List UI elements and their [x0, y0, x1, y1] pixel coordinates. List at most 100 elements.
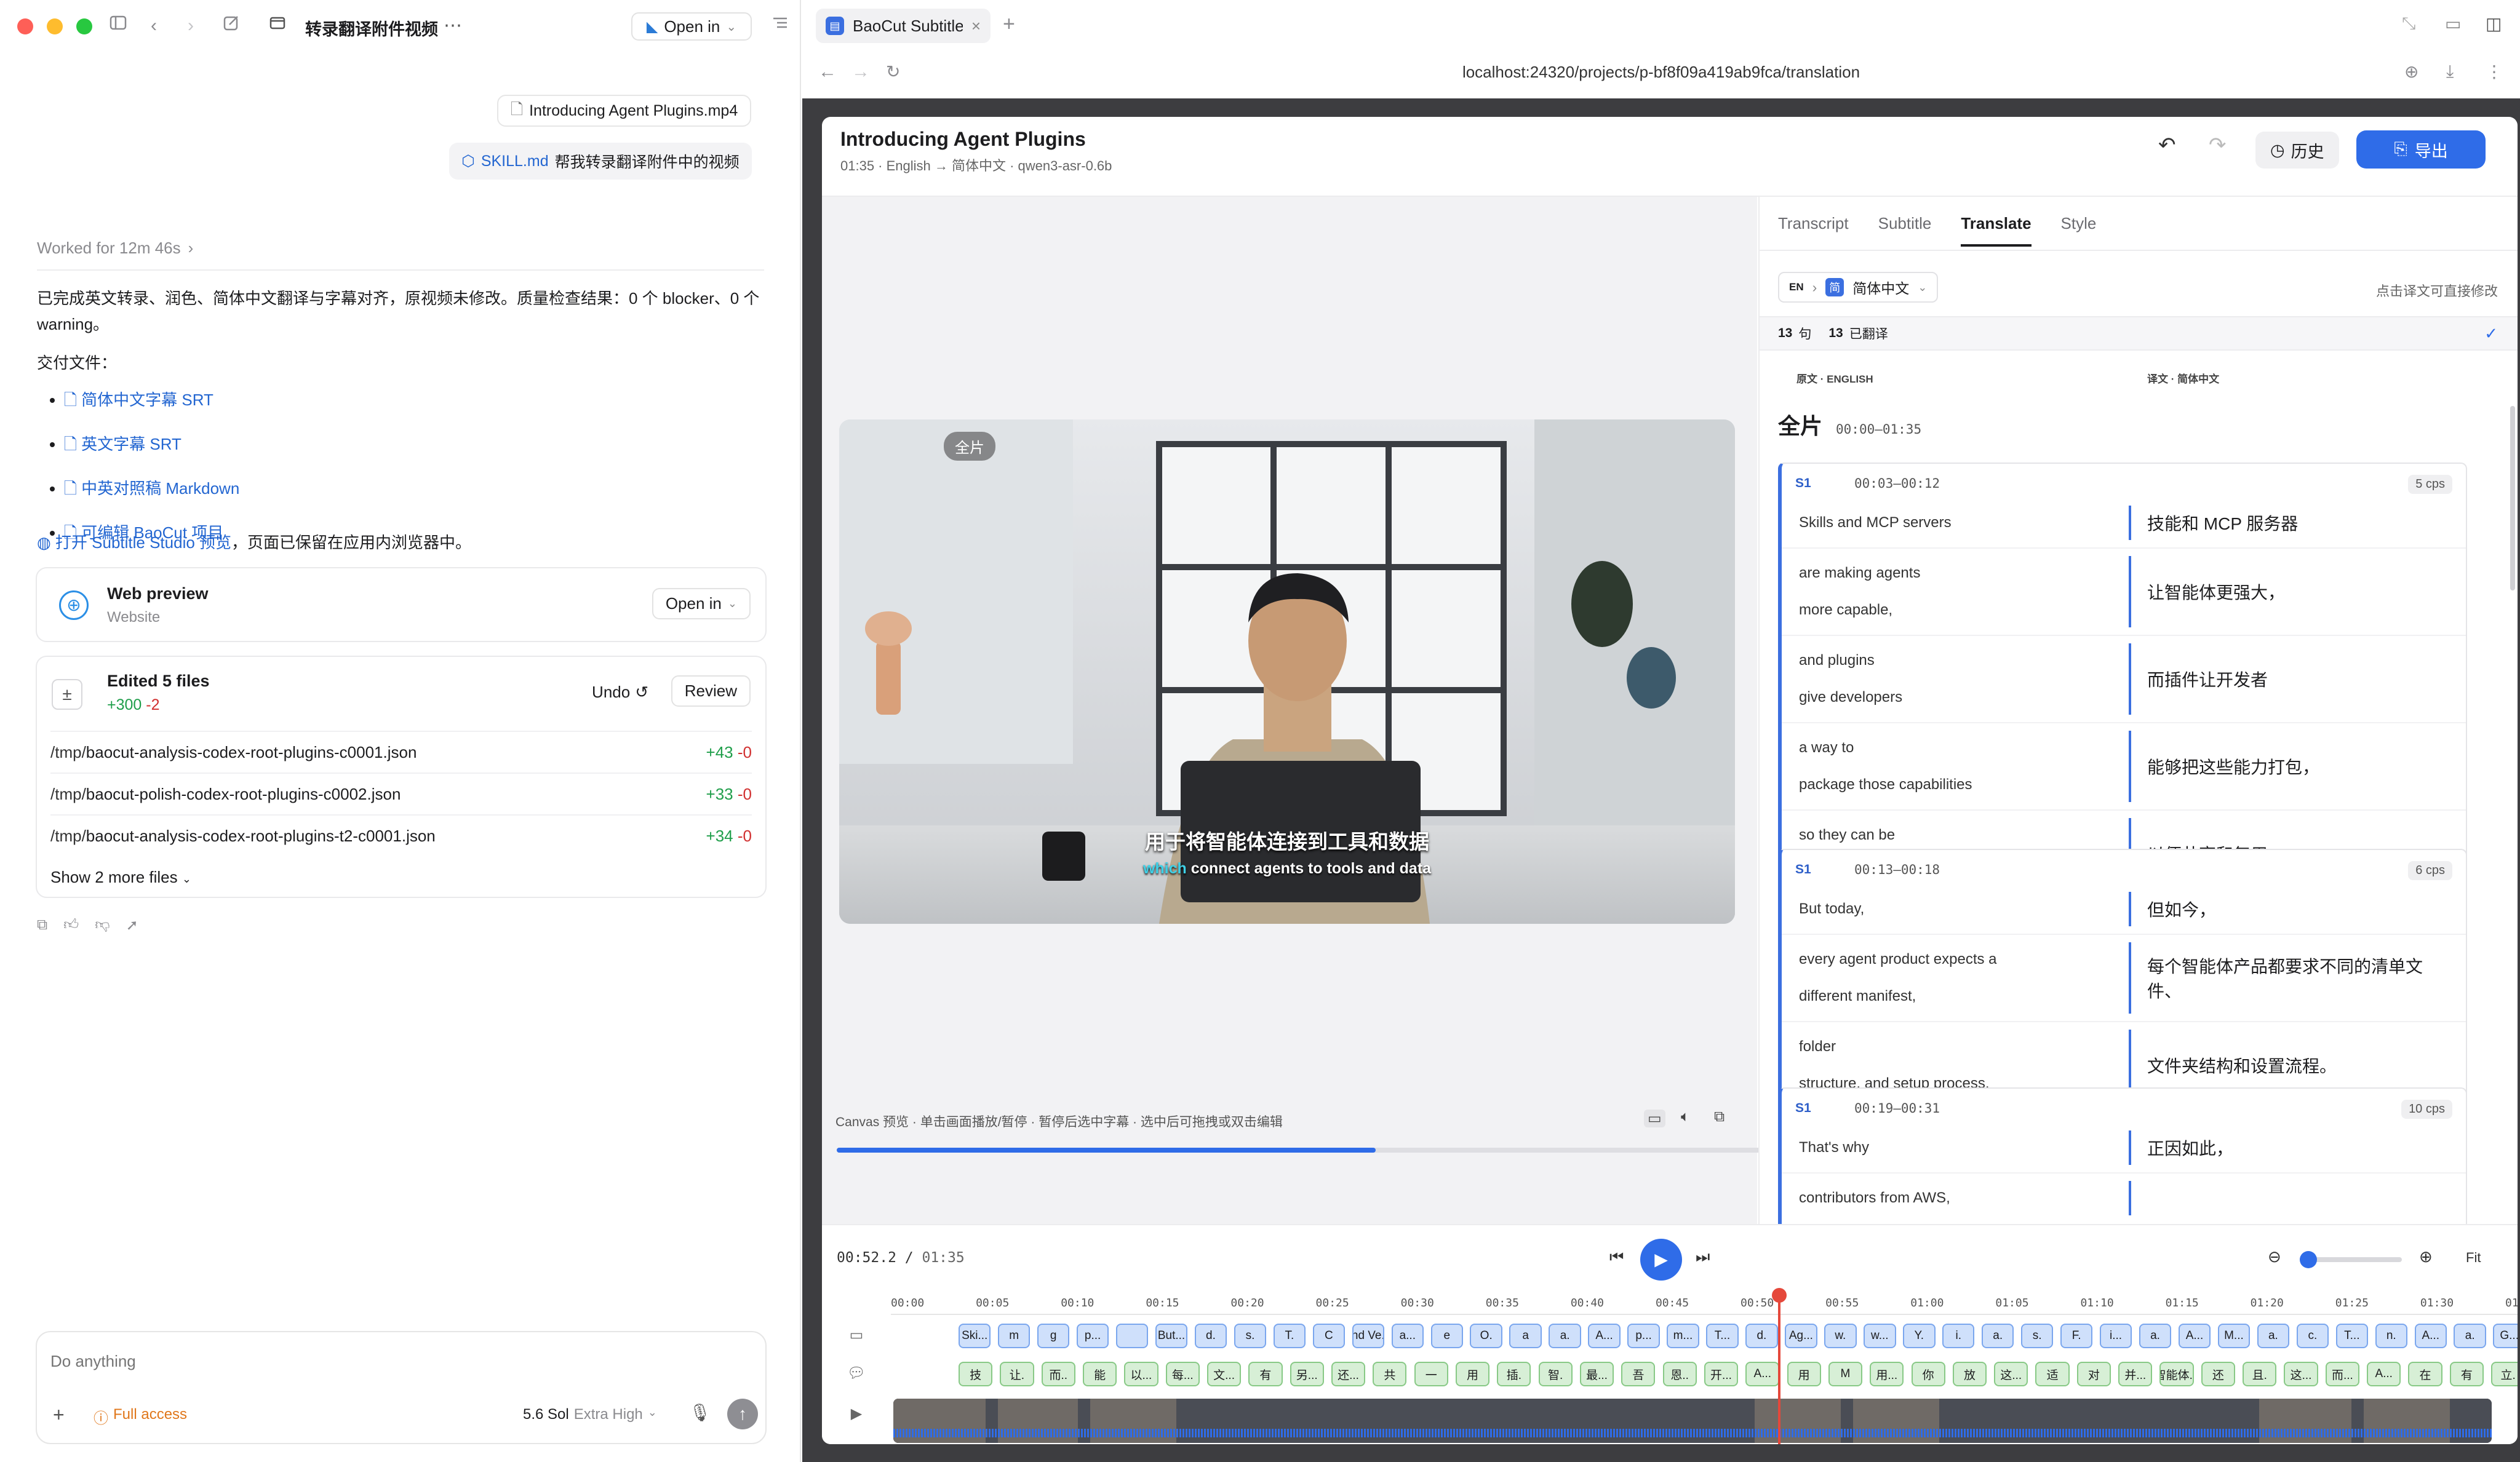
english-subtitle-clip[interactable]: d. [1194, 1324, 1227, 1348]
tab-translate[interactable]: Translate [1961, 214, 2032, 247]
video-canvas[interactable]: 全片 用于将智能体连接到工具和数据 which connect agents t… [839, 419, 1735, 924]
chinese-subtitle-clip[interactable]: 最... [1579, 1362, 1614, 1386]
english-subtitle-clip[interactable]: M... [2217, 1324, 2251, 1348]
english-subtitle-clip[interactable]: a... [1391, 1324, 1424, 1348]
chinese-subtitle-clip[interactable]: 文... [1206, 1362, 1242, 1386]
chinese-subtitle-clip[interactable]: 并... [2118, 1362, 2153, 1386]
english-subtitle-clip[interactable]: w... [1864, 1324, 1896, 1348]
chinese-subtitle-clip[interactable]: 开... [1704, 1362, 1739, 1386]
play-button[interactable]: ▶ [1640, 1239, 1682, 1281]
tab-transcript[interactable]: Transcript [1778, 214, 1849, 233]
english-subtitle-clip[interactable]: a. [2257, 1324, 2290, 1348]
tab-style[interactable]: Style [2061, 214, 2097, 233]
chinese-subtitle-clip[interactable]: 你 [1911, 1362, 1945, 1386]
english-subtitle-clip[interactable]: m [997, 1324, 1031, 1348]
video-thumbnail-track[interactable] [893, 1399, 2492, 1443]
captions-icon[interactable]: ⧉ [1714, 1108, 1725, 1126]
composer-input[interactable] [50, 1346, 727, 1377]
sidebar-right-icon[interactable]: ◫ [2486, 14, 2502, 34]
zoom-slider[interactable] [2300, 1251, 2402, 1268]
download-icon[interactable]: ⤓ [2446, 62, 2454, 82]
english-subtitle-clip[interactable]: F. [2060, 1324, 2093, 1348]
translation-text[interactable]: 技能和 MCP 服务器 [2129, 506, 2466, 540]
chinese-subtitle-clip[interactable]: 一 [1414, 1362, 1448, 1386]
english-subtitle-clip[interactable]: C [1312, 1324, 1346, 1348]
attachment-chip[interactable]: 🗋 Introducing Agent Plugins.mp4 [497, 95, 752, 127]
access-mode-button[interactable]: ⓘ Full access [94, 1406, 187, 1428]
english-subtitle-clip[interactable]: e [1430, 1324, 1463, 1348]
english-subtitle-clip[interactable]: A... [2178, 1324, 2211, 1348]
playback-progress-track[interactable] [837, 1148, 1816, 1153]
english-subtitle-clip[interactable]: G... [2493, 1324, 2518, 1348]
english-subtitle-clip[interactable]: g [1037, 1324, 1070, 1348]
chinese-subtitle-clip[interactable]: 在 [2408, 1362, 2442, 1386]
chinese-subtitle-clip[interactable]: 智能体... [2159, 1362, 2194, 1386]
chinese-subtitle-clip[interactable]: 恩.. [1662, 1362, 1697, 1386]
model-selector[interactable]: 5.6 Sol Extra High ⌄ [523, 1406, 657, 1423]
tab-subtitle[interactable]: Subtitle [1878, 214, 1932, 233]
skip-back-icon[interactable]: ⏮ [1609, 1247, 1624, 1267]
browser-menu-icon[interactable]: ⋮ [2486, 62, 2503, 82]
thumbs-up-icon[interactable]: 👍︎ [63, 916, 79, 934]
web-preview-open-button[interactable]: Open in ⌄ [652, 588, 751, 619]
chinese-subtitle-clip[interactable]: 让. [1000, 1362, 1034, 1386]
chinese-subtitle-clip[interactable]: A... [2367, 1362, 2401, 1386]
english-subtitle-clip[interactable]: i. [1942, 1324, 1975, 1348]
english-subtitle-clip[interactable]: Ag... [1785, 1324, 1817, 1348]
chinese-subtitle-clip[interactable]: 用... [1870, 1362, 1904, 1386]
english-subtitle-track[interactable]: Ski...mgp...But...d.s.T.Cand Ve...a...eO… [891, 1324, 2518, 1351]
deliverable-item[interactable]: 🗋 简体中文字幕 SRT [64, 387, 239, 416]
english-subtitle-clip[interactable]: a. [1549, 1324, 1581, 1348]
address-bar[interactable]: localhost:24320/projects/p-bf8f09a419ab9… [802, 63, 2520, 82]
chinese-subtitle-clip[interactable]: 以... [1124, 1362, 1158, 1386]
deliverable-link[interactable]: 中英对照稿 Markdown [81, 479, 239, 498]
chinese-subtitle-clip[interactable]: 共 [1373, 1362, 1407, 1386]
toc-icon[interactable] [768, 14, 792, 38]
new-chat-icon[interactable] [219, 14, 244, 38]
shrink-icon[interactable]: ⤡ [2402, 14, 2415, 34]
add-attachment-icon[interactable]: + [53, 1404, 65, 1426]
chinese-subtitle-clip[interactable]: 对 [2076, 1362, 2111, 1386]
back-icon[interactable]: ‹ [142, 14, 166, 38]
redo-icon[interactable]: ↷ [2209, 133, 2227, 157]
subtitle-toggle-icon[interactable]: ▭ [1644, 1110, 1665, 1127]
chinese-subtitle-clip[interactable]: 用 [1787, 1362, 1821, 1386]
english-subtitle-clip[interactable]: T... [1706, 1324, 1739, 1348]
english-subtitle-clip[interactable]: T... [2335, 1324, 2369, 1348]
fit-button[interactable]: Fit [2466, 1250, 2481, 1266]
translation-text[interactable]: 让智能体更强大， [2129, 556, 2466, 627]
deliverable-link[interactable]: 英文字幕 SRT [81, 435, 181, 453]
forward-icon[interactable]: › [178, 14, 203, 38]
language-pair-selector[interactable]: EN › 简 简体中文 ⌄ [1778, 272, 1939, 303]
chinese-subtitle-clip[interactable]: 有 [1248, 1362, 1283, 1386]
new-tab-icon[interactable]: + [1003, 12, 1015, 36]
chinese-subtitle-clip[interactable]: 插. [1497, 1362, 1531, 1386]
english-subtitle-clip[interactable]: Ski... [959, 1324, 991, 1348]
subtitle-en-overlay[interactable]: which connect agents to tools and data [839, 860, 1735, 878]
close-tab-icon[interactable]: × [971, 17, 981, 36]
english-subtitle-clip[interactable]: s. [1234, 1324, 1267, 1348]
playhead[interactable] [1771, 1288, 1787, 1444]
chinese-subtitle-clip[interactable]: 能 [1082, 1362, 1117, 1386]
sidebar-toggle-icon[interactable] [106, 14, 130, 38]
time-ruler[interactable]: 00:00 00:05 00:10 00:15 00:20 00:25 00:30 00:35… [891, 1297, 2518, 1315]
worked-for-toggle[interactable]: Worked for 12m 46s › [37, 239, 193, 258]
deliverable-item[interactable]: 🗋 英文字幕 SRT [64, 432, 239, 460]
thumbs-down-icon[interactable]: 👎︎ [95, 916, 110, 934]
edited-file-row[interactable]: /tmp/baocut-analysis-codex-root-plugins-… [50, 814, 752, 856]
send-button[interactable]: ↑ [727, 1399, 758, 1429]
close-window-button[interactable] [17, 18, 33, 34]
translation-text[interactable]: 但如今， [2129, 892, 2466, 926]
chinese-subtitle-clip[interactable]: 且. [2243, 1362, 2277, 1386]
open-in-dropdown[interactable]: ◣ Open in ⌄ [631, 12, 752, 41]
translation-text[interactable]: 正因如此， [2129, 1130, 2466, 1165]
chinese-subtitle-clip[interactable]: 适 [2035, 1362, 2070, 1386]
chinese-subtitle-clip[interactable]: 智. [1538, 1362, 1573, 1386]
playhead-handle[interactable] [1771, 1288, 1787, 1303]
deliverable-item[interactable]: 🗋 中英对照稿 Markdown [64, 476, 239, 504]
english-subtitle-clip[interactable]: a. [2454, 1324, 2486, 1348]
chinese-subtitle-clip[interactable]: 有 [2449, 1362, 2484, 1386]
skill-link[interactable]: SKILL.md [481, 153, 549, 170]
chinese-subtitle-clip[interactable]: 技 [959, 1362, 993, 1386]
chinese-subtitle-clip[interactable]: 还... [1331, 1362, 1366, 1386]
